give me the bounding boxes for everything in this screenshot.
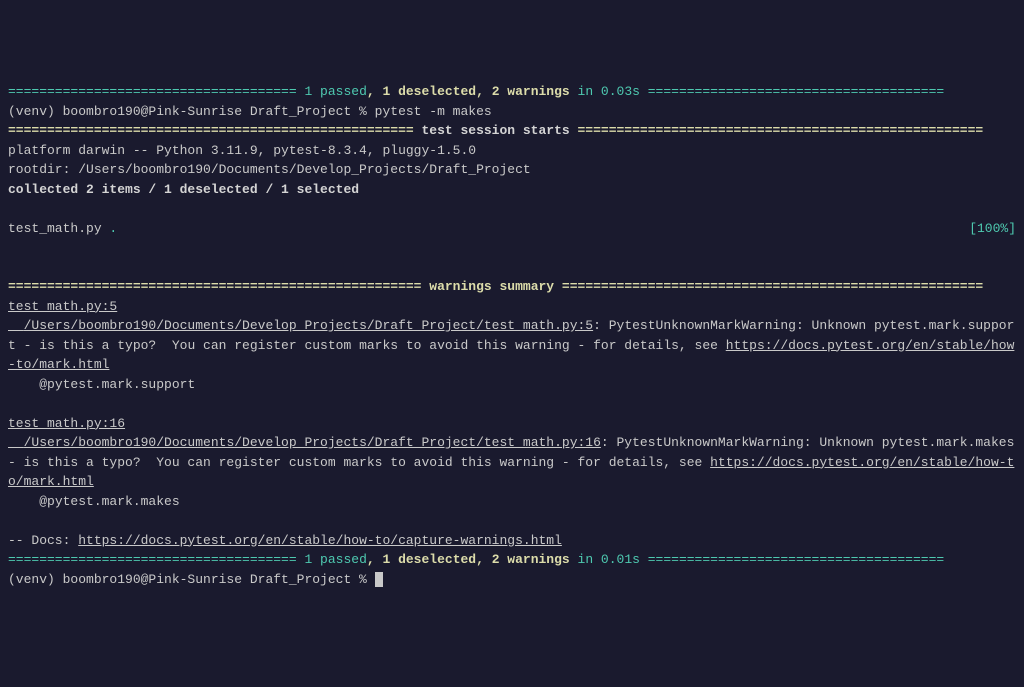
rule-line: ===================================== xyxy=(8,552,297,567)
warning-path: /Users/boombro190/Documents/Develop_Proj… xyxy=(8,318,593,333)
time-text: in 0.03s xyxy=(570,84,648,99)
warning-location: test_math.py:5 xyxy=(8,299,117,314)
warning-message: - is this a typo? You can register custo… xyxy=(16,338,726,353)
warnings-count: , 2 warnings xyxy=(476,84,570,99)
rule-line: ========================================… xyxy=(8,279,429,294)
deselected-count: , 1 deselected xyxy=(367,84,476,99)
docs-prefix: -- Docs: xyxy=(8,533,78,548)
rule-line: ====================================== xyxy=(648,552,944,567)
platform-info: platform darwin -- Python 3.11.9, pytest… xyxy=(8,143,476,158)
test-dot: . xyxy=(109,221,117,236)
passed-count: 1 passed xyxy=(297,552,367,567)
test-file: test_math.py xyxy=(8,221,109,236)
warning-decorator: @pytest.mark.support xyxy=(8,377,195,392)
rule-line: ===================================== xyxy=(8,84,297,99)
terminal-output[interactable]: ===================================== 1 … xyxy=(8,82,1016,589)
deselected-count: , 1 deselected xyxy=(367,552,476,567)
shell-prompt: (venv) boombro190@Pink-Sunrise Draft_Pro… xyxy=(8,572,375,587)
test-result-line: test_math.py . [100%] xyxy=(8,219,1016,239)
rule-line: ========================================… xyxy=(570,123,983,138)
warning-path: /Users/boombro190/Documents/Develop_Proj… xyxy=(8,435,601,450)
time-text: in 0.01s xyxy=(570,552,648,567)
rootdir-info: rootdir: /Users/boombro190/Documents/Dev… xyxy=(8,162,531,177)
collected-info: collected 2 items / 1 deselected / 1 sel… xyxy=(8,182,359,197)
shell-prompt: (venv) boombro190@Pink-Sunrise Draft_Pro… xyxy=(8,104,492,119)
warning-decorator: @pytest.mark.makes xyxy=(8,494,180,509)
progress-percent: [100%] xyxy=(969,219,1016,239)
docs-link[interactable]: https://docs.pytest.org/en/stable/how-to… xyxy=(78,533,562,548)
rule-line: ========================================… xyxy=(554,279,983,294)
warnings-count: , 2 warnings xyxy=(476,552,570,567)
rule-line: ====================================== xyxy=(648,84,944,99)
warning-location: test_math.py:16 xyxy=(8,416,125,431)
rule-line: ========================================… xyxy=(8,123,421,138)
cursor xyxy=(375,572,383,587)
passed-count: 1 passed xyxy=(297,84,367,99)
warning-message: - is this a typo? You can register custo… xyxy=(8,455,710,470)
warnings-header: warnings summary xyxy=(429,279,554,294)
session-header: test session starts xyxy=(421,123,569,138)
warning-message: : PytestUnknownMarkWarning: Unknown pyte… xyxy=(601,435,1022,450)
